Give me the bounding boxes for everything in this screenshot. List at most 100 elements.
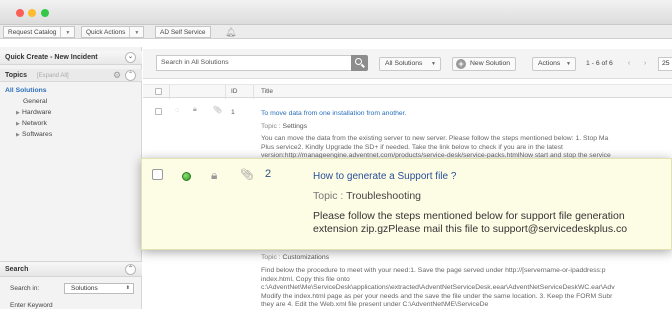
row-id: 2 bbox=[265, 168, 272, 180]
new-solution-button[interactable]: + New Solution bbox=[452, 57, 516, 71]
next-page-icon[interactable]: › bbox=[639, 58, 651, 70]
topics-label: Topics bbox=[5, 72, 28, 79]
tree-item-label: Network bbox=[22, 120, 47, 127]
solution-title-link[interactable]: To move data from one installation from … bbox=[261, 110, 406, 117]
bell-icon[interactable]: 🔔︎ bbox=[225, 26, 236, 38]
status-green-icon bbox=[182, 172, 191, 181]
new-solution-label: New Solution bbox=[470, 60, 511, 67]
description-line: Find below the procedure to meet with yo… bbox=[261, 267, 606, 274]
description-line: index.html. Copy this file onto bbox=[261, 275, 350, 283]
topic-value: Troubleshooting bbox=[346, 190, 422, 202]
top-toolbar: Request Catalog ▼ Quick Actions ▼ AD Self … bbox=[0, 25, 672, 39]
row-checkbox[interactable] bbox=[152, 169, 163, 180]
search-in-label: Search in: bbox=[10, 285, 40, 292]
filter-value: All Solutions bbox=[385, 60, 423, 67]
per-page-select[interactable]: 25 bbox=[658, 57, 672, 71]
pagination-text: 1 - 6 of 6 bbox=[586, 60, 613, 67]
search-panel-header: Search ⌃ bbox=[0, 261, 142, 277]
quick-create-header[interactable]: Quick Create - New Incident ⌄ bbox=[0, 51, 142, 65]
row-topic: Topic : Settings bbox=[261, 123, 307, 130]
collapse-search-button[interactable]: ⌃ bbox=[125, 264, 136, 275]
paperclip-icon: 📎︎ bbox=[213, 107, 222, 114]
actions-menu-button[interactable]: Actions ▼ bbox=[532, 57, 576, 71]
search-in-value: Solutions bbox=[71, 285, 98, 292]
tree-item-softwares[interactable]: ▶ Softwares bbox=[5, 129, 52, 140]
lock-icon: 🔒︎ bbox=[211, 168, 218, 182]
column-divider bbox=[253, 85, 254, 99]
solution-description: Find below the procedure to meet with yo… bbox=[261, 267, 672, 309]
search-in-select[interactable]: Solutions ⬍ bbox=[64, 283, 134, 294]
solution-title-link[interactable]: How to generate a Support file ? bbox=[313, 171, 456, 182]
left-panel: Quick Create - New Incident ⌄ Topics [Ex… bbox=[0, 47, 142, 309]
lock-icon: 🔒︎ bbox=[193, 106, 197, 113]
topic-label: Topic : bbox=[313, 190, 344, 202]
id-column-header[interactable]: ID bbox=[231, 88, 238, 95]
quick-actions-label: Quick Actions bbox=[86, 29, 126, 36]
title-column-header[interactable]: Title bbox=[261, 88, 273, 95]
gear-icon[interactable]: ⚙ bbox=[113, 69, 121, 82]
topic-value: Customizations bbox=[282, 254, 330, 261]
chevron-down-icon: ▼ bbox=[60, 27, 70, 39]
status-icon: ◌ bbox=[175, 107, 180, 114]
search-placeholder: Search in All Solutions bbox=[161, 59, 229, 66]
close-window-button[interactable] bbox=[16, 9, 24, 17]
search-icon[interactable] bbox=[351, 55, 368, 71]
description-line: Modify the index.html page as per your n… bbox=[261, 292, 613, 300]
enter-keyword-label: Enter Keyword bbox=[10, 302, 53, 309]
minimize-window-button[interactable] bbox=[28, 9, 36, 17]
description-line: extension zip.gzPlease mail this file to… bbox=[313, 223, 628, 235]
table-header: ID Title bbox=[143, 84, 672, 99]
collapse-topics-button[interactable]: ⌃ bbox=[125, 70, 136, 81]
description-line: Plus service2. Kindly Upgrade the SD+ if… bbox=[261, 143, 563, 151]
topics-tree: All Solutions General ▶ Hardware ▶ Network… bbox=[5, 85, 52, 140]
plus-icon: + bbox=[456, 59, 466, 69]
request-catalog-label: Request Catalog bbox=[8, 29, 57, 36]
solution-description: You can move the data from the existing … bbox=[261, 135, 672, 161]
tree-item-hardware[interactable]: ▶ Hardware bbox=[5, 107, 52, 118]
solutions-filter-select[interactable]: All Solutions ▼ bbox=[379, 57, 441, 71]
row-topic: Topic : Troubleshooting bbox=[313, 190, 421, 202]
solutions-search-input[interactable]: Search in All Solutions bbox=[156, 55, 352, 71]
quick-actions-button[interactable]: Quick Actions ▼ bbox=[81, 26, 145, 39]
tree-item-label: General bbox=[23, 98, 48, 105]
ad-self-service-button[interactable]: AD Self Service bbox=[155, 26, 211, 38]
maximize-window-button[interactable] bbox=[41, 9, 49, 17]
row-topic: Topic : Customizations bbox=[261, 254, 329, 261]
actions-label: Actions bbox=[538, 60, 561, 67]
topics-header: Topics [Expand All] ⚙ ⌃ bbox=[0, 69, 142, 82]
tree-item-label: Hardware bbox=[22, 109, 52, 116]
chevron-down-icon[interactable]: ⌄ bbox=[125, 52, 136, 63]
topic-value: Settings bbox=[282, 123, 308, 130]
window-titlebar bbox=[0, 0, 672, 25]
description-line: c:\AdventNet\Me\ServiceDesk\applications… bbox=[261, 284, 615, 291]
expand-all-link[interactable]: [Expand All] bbox=[37, 73, 69, 79]
chevron-down-icon: ▼ bbox=[129, 27, 139, 39]
row-checkbox[interactable] bbox=[155, 108, 162, 115]
select-all-checkbox[interactable] bbox=[155, 88, 162, 95]
topic-label: Topic : bbox=[261, 123, 281, 130]
highlighted-solution-row[interactable]: 🔒︎ 📎︎ 2 How to generate a Support file ?… bbox=[141, 158, 672, 250]
table-row[interactable]: Topic : Customizations Find below the pr… bbox=[143, 249, 672, 309]
table-row[interactable]: ◌ 🔒︎ 📎︎ 1 To move data from one installa… bbox=[143, 105, 672, 165]
tree-item-label: Softwares bbox=[22, 131, 53, 138]
topic-label: Topic : bbox=[261, 254, 281, 261]
solution-description: Please follow the steps mentioned below … bbox=[313, 210, 627, 236]
paperclip-icon: 📎︎ bbox=[240, 169, 254, 181]
quick-create-label: Quick Create - New Incident bbox=[5, 54, 98, 61]
select-arrows-icon: ⬍ bbox=[125, 285, 130, 291]
solutions-toolbar: Search in All Solutions All Solutions ▼ … bbox=[143, 49, 672, 79]
chevron-down-icon: ▼ bbox=[566, 61, 571, 67]
column-divider bbox=[225, 85, 226, 99]
tree-item-general[interactable]: General bbox=[5, 96, 52, 107]
description-line: they are 4. Edit the Web.xml file presen… bbox=[261, 301, 489, 308]
row-id: 1 bbox=[231, 109, 235, 116]
request-catalog-button[interactable]: Request Catalog ▼ bbox=[3, 26, 76, 39]
tree-item-all-solutions[interactable]: All Solutions bbox=[5, 85, 52, 96]
previous-page-icon[interactable]: ‹ bbox=[623, 58, 635, 70]
tree-item-network[interactable]: ▶ Network bbox=[5, 118, 52, 129]
search-panel-title: Search bbox=[5, 266, 29, 273]
description-line: Please follow the steps mentioned below … bbox=[313, 210, 625, 222]
description-line: You can move the data from the existing … bbox=[261, 135, 609, 142]
column-divider bbox=[169, 85, 170, 99]
chevron-down-icon: ▼ bbox=[431, 61, 436, 67]
